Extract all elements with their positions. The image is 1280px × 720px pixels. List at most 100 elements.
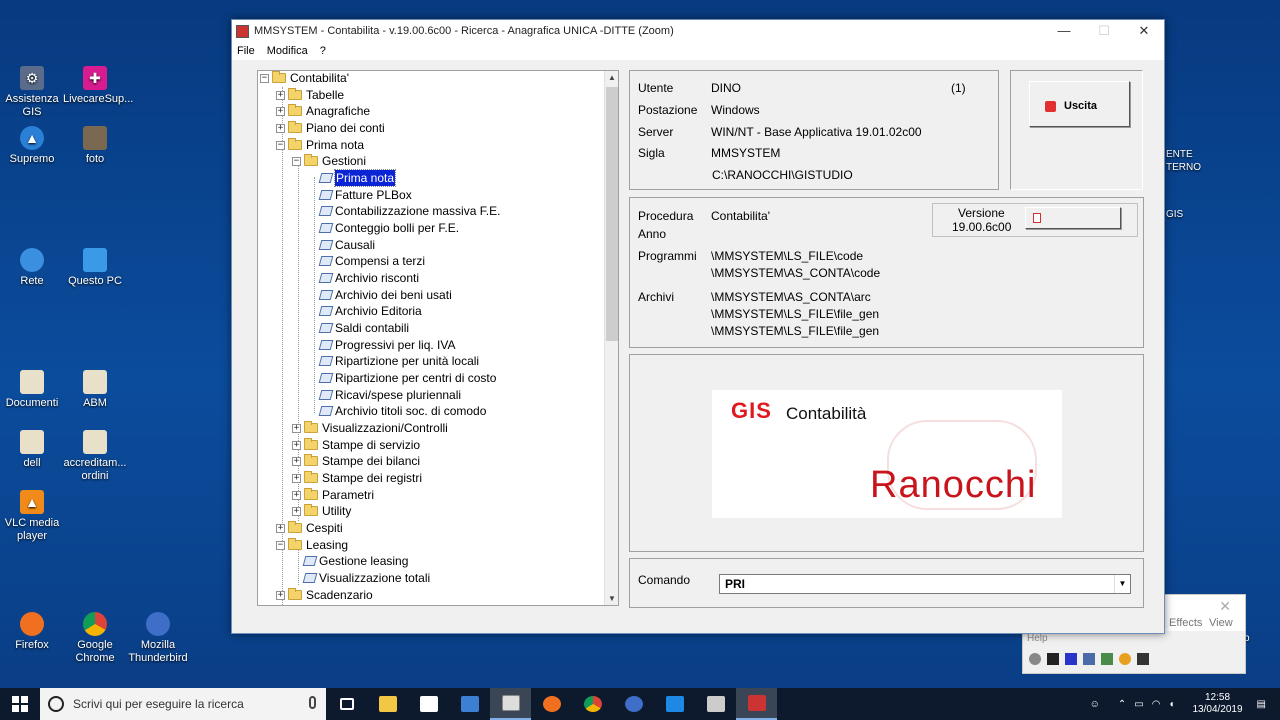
tree-node-stampe-bilanci[interactable]: + Stampe dei bilanci [292, 453, 420, 469]
layers-icon[interactable] [1101, 653, 1113, 665]
tree-node-cespiti[interactable]: + Cespiti [276, 520, 343, 536]
exit-button[interactable]: Uscita [1029, 81, 1130, 127]
tree-item-gestione-leasing[interactable]: Gestione leasing [302, 553, 408, 569]
tree-item-fatture-plbox[interactable]: Fatture PLBox [318, 187, 412, 203]
view-menu[interactable]: View [1209, 617, 1233, 629]
pause-icon[interactable] [1047, 653, 1059, 665]
desktop-icon-documenti[interactable]: Documenti [0, 370, 64, 410]
taskbar-mail[interactable] [408, 688, 449, 720]
tree-item-compensi[interactable]: Compensi a terzi [318, 253, 425, 269]
volume-icon[interactable]: ◖ [1168, 699, 1174, 710]
battery-icon[interactable]: ▭ [1134, 699, 1143, 710]
desktop-icon-accreditam[interactable]: accreditam... ordini [63, 430, 127, 483]
taskbar-mmsystem[interactable] [736, 688, 777, 720]
desktop-icon-supremo[interactable]: ▲ Supremo [0, 126, 64, 166]
stop-icon[interactable] [1065, 653, 1077, 665]
tree-node-parametri[interactable]: + Parametri [292, 487, 374, 503]
expand-icon[interactable]: + [276, 590, 285, 600]
menu-modifica[interactable]: Modifica [267, 45, 308, 57]
effects-menu[interactable]: Effects [1169, 617, 1202, 629]
maximize-button[interactable]: ☐ [1084, 20, 1124, 42]
clock[interactable]: 12:58 13/04/2019 [1192, 692, 1242, 716]
tree-node-root[interactable]: − Contabilita' [260, 71, 349, 86]
desktop-icon-vlc[interactable]: ▲ VLC media player [0, 490, 64, 543]
search-box[interactable]: Scrivi qui per eseguire la ricerca [40, 688, 326, 720]
microphone-icon[interactable] [309, 696, 316, 709]
collapse-icon[interactable]: − [276, 140, 285, 150]
expand-icon[interactable]: + [276, 123, 285, 133]
tree-item-causali[interactable]: Causali [318, 237, 375, 253]
tree-item-titoli-comodo[interactable]: Archivio titoli soc. di comodo [318, 403, 486, 419]
start-button[interactable] [0, 688, 40, 720]
tree-node-stampe-servizio[interactable]: + Stampe di servizio [292, 437, 420, 453]
desktop-icon-questo-pc[interactable]: Questo PC [63, 248, 127, 288]
chevron-up-icon[interactable]: ⌃ [1118, 699, 1126, 710]
desktop-icon-assistenza-gis[interactable]: ⚙ Assistenza GIS [0, 66, 64, 119]
tree-node-anagrafiche[interactable]: + Anagrafiche [276, 103, 370, 119]
notifications-icon[interactable]: ▤ [1257, 699, 1266, 710]
tree-item-visualizzazione-totali[interactable]: Visualizzazione totali [302, 570, 430, 586]
expand-icon[interactable]: + [276, 90, 285, 100]
title-bar[interactable]: MMSYSTEM - Contabilita - v.19.00.6c00 - … [232, 20, 1164, 42]
tree-item-editoria[interactable]: Archivio Editoria [318, 303, 422, 319]
close-icon[interactable]: ✕ [1219, 598, 1231, 615]
tree-node-scadenzario[interactable]: + Scadenzario [276, 587, 373, 603]
tree-node-utility[interactable]: + Utility [292, 503, 351, 519]
close-button[interactable]: ✕ [1124, 20, 1164, 42]
crop-icon[interactable] [1137, 653, 1149, 665]
expand-icon[interactable]: + [292, 506, 301, 516]
taskbar-calculator[interactable] [695, 688, 736, 720]
taskbar-explorer[interactable] [367, 688, 408, 720]
collapse-icon[interactable]: − [276, 540, 285, 550]
tree-item-prima-nota[interactable]: Prima nota [318, 169, 397, 187]
cortana-icon[interactable] [48, 696, 64, 712]
collapse-icon[interactable]: − [292, 156, 301, 166]
taskbar-video[interactable] [654, 688, 695, 720]
screen-icon[interactable] [1083, 653, 1095, 665]
navigation-tree[interactable]: ▲ ▼ − Contabilita' + Tabelle + Anagrafiche … [257, 70, 619, 606]
wifi-icon[interactable]: ◠ [1152, 699, 1161, 710]
taskbar-app-active[interactable] [490, 688, 531, 720]
scroll-thumb[interactable] [606, 87, 618, 341]
tree-node-gestioni[interactable]: − Gestioni [292, 153, 366, 169]
tree-node-prima-nota[interactable]: − Prima nota [276, 137, 364, 153]
desktop-icon-rete[interactable]: Rete [0, 248, 64, 288]
menu-help[interactable]: ? [320, 45, 326, 57]
help-menu[interactable]: Help [1027, 633, 1048, 644]
tree-node-tabelle[interactable]: + Tabelle [276, 87, 344, 103]
expand-icon[interactable]: + [292, 473, 301, 483]
expand-icon[interactable]: + [292, 490, 301, 500]
tree-scrollbar[interactable]: ▲ ▼ [604, 71, 618, 605]
minimize-button[interactable]: — [1044, 20, 1084, 42]
collapse-icon[interactable]: − [260, 73, 269, 83]
tree-item-saldi[interactable]: Saldi contabili [318, 320, 409, 336]
tree-item-risconti[interactable]: Archivio risconti [318, 270, 419, 286]
desktop-icon-chrome[interactable]: Google Chrome [63, 612, 127, 665]
taskbar-firefox[interactable] [531, 688, 572, 720]
tree-item-contabilizzazione[interactable]: Contabilizzazione massiva F.E. [318, 203, 500, 219]
tree-node-piano-dei-conti[interactable]: + Piano dei conti [276, 120, 385, 136]
people-icon[interactable]: ☺ [1090, 699, 1100, 710]
task-view-button[interactable] [326, 688, 367, 720]
menu-file[interactable]: File [237, 45, 255, 57]
taskbar-chrome[interactable] [572, 688, 613, 720]
chevron-down-icon[interactable]: ▼ [1114, 575, 1130, 593]
tree-item-ripartizione-centri[interactable]: Ripartizione per centri di costo [318, 370, 496, 386]
expand-icon[interactable]: + [292, 440, 301, 450]
expand-icon[interactable]: + [276, 523, 285, 533]
desktop-icon-livecare[interactable]: ✚ LivecareSup... [63, 66, 133, 106]
sun-icon[interactable] [1119, 653, 1131, 665]
tree-item-beni-usati[interactable]: Archivio dei beni usati [318, 287, 452, 303]
desktop-icon-foto[interactable]: foto [63, 126, 127, 166]
expand-icon[interactable]: + [292, 423, 301, 433]
version-pdf-button[interactable] [1025, 207, 1121, 229]
desktop-icon-firefox[interactable]: Firefox [0, 612, 64, 652]
taskbar-app-network[interactable] [449, 688, 490, 720]
record-icon[interactable] [1029, 653, 1041, 665]
tree-item-ricavi-spese[interactable]: Ricavi/spese pluriennali [318, 387, 461, 403]
expand-icon[interactable]: + [292, 456, 301, 466]
tree-item-conteggio-bolli[interactable]: Conteggio bolli per F.E. [318, 220, 459, 236]
tree-node-visualizzazioni[interactable]: + Visualizzazioni/Controlli [292, 420, 448, 436]
scroll-up-icon[interactable]: ▲ [605, 73, 618, 82]
tree-node-stampe-registri[interactable]: + Stampe dei registri [292, 470, 422, 486]
